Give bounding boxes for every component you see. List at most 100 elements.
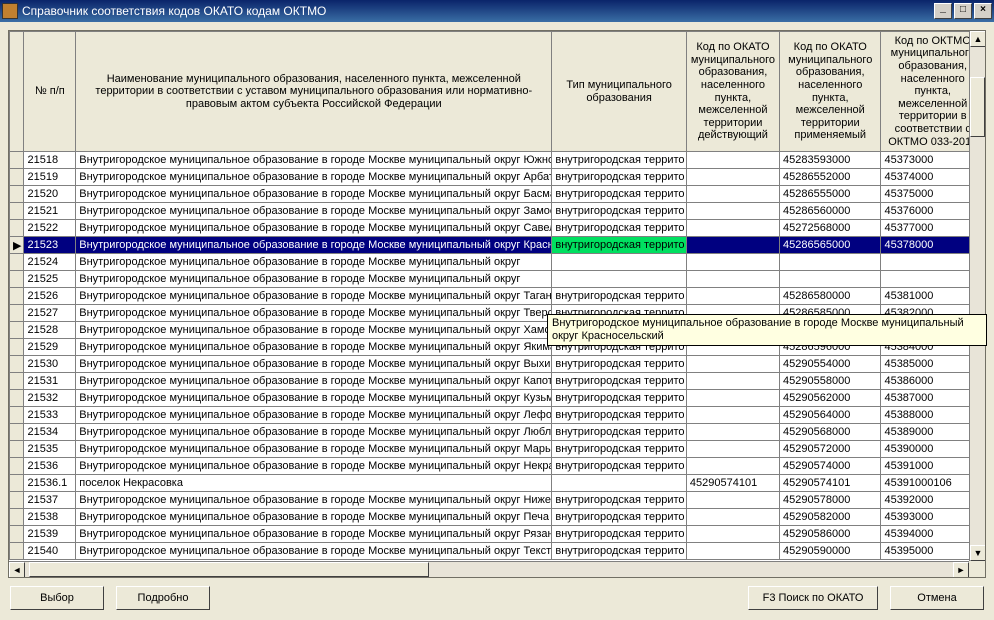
- cell-num[interactable]: 21539: [24, 526, 76, 543]
- cell-type[interactable]: внутригородская террито: [552, 373, 687, 390]
- cell-okato-act[interactable]: 45290574101: [686, 475, 779, 492]
- cell-okato-app[interactable]: 45290554000: [780, 356, 881, 373]
- scroll-right-icon[interactable]: ►: [953, 562, 969, 578]
- cell-okato-app[interactable]: 45290562000: [780, 390, 881, 407]
- col-num[interactable]: № п/п: [24, 32, 76, 152]
- cell-okato-act[interactable]: [686, 390, 779, 407]
- cell-num[interactable]: 21526: [24, 288, 76, 305]
- cell-okato-act[interactable]: [686, 509, 779, 526]
- table-row[interactable]: 21530Внутригородское муниципальное образ…: [10, 356, 985, 373]
- cell-okato-act[interactable]: [686, 271, 779, 288]
- window-minimize-button[interactable]: _: [934, 3, 952, 19]
- cell-name[interactable]: Внутригородское муниципальное образовани…: [76, 543, 552, 560]
- cell-num[interactable]: 21519: [24, 169, 76, 186]
- scroll-left-icon[interactable]: ◄: [9, 562, 25, 578]
- cell-type[interactable]: внутригородская террито: [552, 390, 687, 407]
- cell-num[interactable]: 21535: [24, 441, 76, 458]
- cell-num[interactable]: 21527: [24, 305, 76, 322]
- cell-num[interactable]: 21524: [24, 254, 76, 271]
- cell-num[interactable]: 21540: [24, 543, 76, 560]
- cell-name[interactable]: Внутригородское муниципальное образовани…: [76, 458, 552, 475]
- cell-okato-act[interactable]: [686, 407, 779, 424]
- cell-num[interactable]: 21531: [24, 373, 76, 390]
- cell-type[interactable]: внутригородская террито: [552, 220, 687, 237]
- cell-type[interactable]: внутригородская террито: [552, 169, 687, 186]
- cell-okato-act[interactable]: [686, 526, 779, 543]
- cell-type[interactable]: внутригородская террито: [552, 237, 687, 254]
- cell-name[interactable]: Внутригородское муниципальное образовани…: [76, 271, 552, 288]
- vscroll-thumb[interactable]: [970, 77, 985, 137]
- cell-name[interactable]: Внутригородское муниципальное образовани…: [76, 373, 552, 390]
- cell-name[interactable]: Внутригородское муниципальное образовани…: [76, 288, 552, 305]
- cell-okato-act[interactable]: [686, 169, 779, 186]
- col-type[interactable]: Тип муниципального образования: [552, 32, 687, 152]
- cell-type[interactable]: внутригородская террито: [552, 186, 687, 203]
- cell-name[interactable]: Внутригородское муниципальное образовани…: [76, 152, 552, 169]
- cell-okato-act[interactable]: [686, 254, 779, 271]
- cell-type[interactable]: внутригородская террито: [552, 152, 687, 169]
- table-row[interactable]: 21540Внутригородское муниципальное образ…: [10, 543, 985, 560]
- cell-name[interactable]: Внутригородское муниципальное образовани…: [76, 203, 552, 220]
- col-name[interactable]: Наименование муниципального образования,…: [76, 32, 552, 152]
- scroll-up-icon[interactable]: ▲: [970, 31, 986, 47]
- table-row[interactable]: 21537Внутригородское муниципальное образ…: [10, 492, 985, 509]
- cell-num[interactable]: 21521: [24, 203, 76, 220]
- cell-okato-app[interactable]: 45286565000: [780, 237, 881, 254]
- table-row[interactable]: 21520Внутригородское муниципальное образ…: [10, 186, 985, 203]
- table-row[interactable]: 21531Внутригородское муниципальное образ…: [10, 373, 985, 390]
- cell-name[interactable]: Внутригородское муниципальное образовани…: [76, 339, 552, 356]
- cell-okato-app[interactable]: 45290590000: [780, 543, 881, 560]
- table-row[interactable]: 21521Внутригородское муниципальное образ…: [10, 203, 985, 220]
- cell-num[interactable]: 21532: [24, 390, 76, 407]
- cell-num[interactable]: 21518: [24, 152, 76, 169]
- details-button[interactable]: Подробно: [116, 586, 210, 610]
- table-row[interactable]: 21524Внутригородское муниципальное образ…: [10, 254, 985, 271]
- horizontal-scrollbar[interactable]: ◄ ►: [9, 561, 969, 577]
- scroll-down-icon[interactable]: ▼: [970, 545, 986, 561]
- cell-okato-act[interactable]: [686, 186, 779, 203]
- cell-type[interactable]: внутригородская террито: [552, 288, 687, 305]
- cell-okato-act[interactable]: [686, 152, 779, 169]
- cell-name[interactable]: Внутригородское муниципальное образовани…: [76, 526, 552, 543]
- cell-num[interactable]: 21525: [24, 271, 76, 288]
- col-okato-app[interactable]: Код по ОКАТО муниципального образования,…: [780, 32, 881, 152]
- cell-num[interactable]: 21520: [24, 186, 76, 203]
- cell-okato-app[interactable]: [780, 271, 881, 288]
- cell-num[interactable]: 21530: [24, 356, 76, 373]
- vscroll-track[interactable]: [970, 47, 985, 545]
- window-close-button[interactable]: ×: [974, 3, 992, 19]
- cell-okato-app[interactable]: 45272568000: [780, 220, 881, 237]
- cell-okato-app[interactable]: 45286560000: [780, 203, 881, 220]
- cell-name[interactable]: Внутригородское муниципальное образовани…: [76, 322, 552, 339]
- table-row[interactable]: 21519Внутригородское муниципальное образ…: [10, 169, 985, 186]
- cell-type[interactable]: внутригородская террито: [552, 509, 687, 526]
- cell-name[interactable]: Внутригородское муниципальное образовани…: [76, 186, 552, 203]
- table-row[interactable]: 21532Внутригородское муниципальное образ…: [10, 390, 985, 407]
- cell-name[interactable]: Внутригородское муниципальное образовани…: [76, 441, 552, 458]
- cell-okato-act[interactable]: [686, 441, 779, 458]
- cell-okato-app[interactable]: 45283593000: [780, 152, 881, 169]
- table-row[interactable]: 21538Внутригородское муниципальное образ…: [10, 509, 985, 526]
- cell-num[interactable]: 21529: [24, 339, 76, 356]
- search-okato-button[interactable]: F3 Поиск по ОКАТО: [748, 586, 878, 610]
- window-maximize-button[interactable]: □: [954, 3, 972, 19]
- cell-name[interactable]: Внутригородское муниципальное образовани…: [76, 254, 552, 271]
- cell-type[interactable]: внутригородская террито: [552, 543, 687, 560]
- cell-okato-act[interactable]: [686, 424, 779, 441]
- cell-okato-app[interactable]: [780, 254, 881, 271]
- table-row[interactable]: 21525Внутригородское муниципальное образ…: [10, 271, 985, 288]
- cell-name[interactable]: Внутригородское муниципальное образовани…: [76, 492, 552, 509]
- cell-type[interactable]: внутригородская террито: [552, 407, 687, 424]
- cell-type[interactable]: [552, 271, 687, 288]
- cell-name[interactable]: Внутригородское муниципальное образовани…: [76, 305, 552, 322]
- cell-num[interactable]: 21537: [24, 492, 76, 509]
- cell-okato-app[interactable]: 45290564000: [780, 407, 881, 424]
- cell-okato-app[interactable]: 45290578000: [780, 492, 881, 509]
- cell-type[interactable]: внутригородская террито: [552, 526, 687, 543]
- cell-num[interactable]: 21536: [24, 458, 76, 475]
- cell-okato-act[interactable]: [686, 543, 779, 560]
- cell-okato-app[interactable]: 45290572000: [780, 441, 881, 458]
- cell-okato-act[interactable]: [686, 220, 779, 237]
- cell-name[interactable]: Внутригородское муниципальное образовани…: [76, 509, 552, 526]
- cell-num[interactable]: 21528: [24, 322, 76, 339]
